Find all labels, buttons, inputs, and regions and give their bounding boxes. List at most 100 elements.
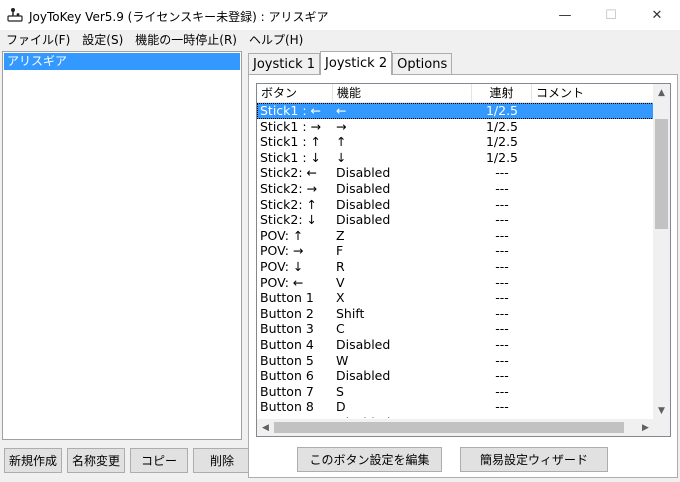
table-row[interactable]: POV: ← V ---: [257, 275, 654, 291]
cell-function: ↑: [336, 134, 347, 150]
cell-comment: [532, 259, 654, 275]
cell-function: Disabled: [336, 336, 391, 352]
table-row[interactable]: Button 7 S ---: [257, 384, 654, 400]
setup-wizard-button[interactable]: 簡易設定ウィザード: [460, 447, 608, 472]
tab-strip: Joystick 1 Joystick 2 Options: [248, 51, 453, 75]
tab-panel: ボタン 機能 連射 コメント Stick1 : ← ← 1/2.5 Stick1 : …: [248, 74, 678, 478]
table-row[interactable]: Stick1 : ← ← 1/2.5: [257, 103, 654, 119]
table-row[interactable]: Stick1 : ↑ ↑ 1/2.5: [257, 134, 654, 150]
minimize-icon: —: [558, 7, 572, 23]
table-row[interactable]: Button 3 C ---: [257, 321, 654, 337]
cell-function: Disabled: [336, 212, 391, 228]
cell-comment: [532, 353, 654, 369]
table-row[interactable]: Button 2 Shift ---: [257, 306, 654, 322]
cell-button: POV: ↓: [260, 258, 304, 274]
scroll-right-icon[interactable]: ▶: [637, 419, 654, 436]
cell-button: Stick1 : ↓: [260, 149, 322, 165]
table-row[interactable]: POV: ↑ Z ---: [257, 228, 654, 244]
cell-comment: [532, 150, 654, 166]
menu-settings[interactable]: 設定(S): [76, 30, 129, 50]
header-comment[interactable]: コメント: [532, 84, 654, 103]
menu-help[interactable]: ヘルプ(H): [243, 30, 309, 50]
table-row[interactable]: Stick1 : → → 1/2.5: [257, 119, 654, 135]
profile-buttons: 新規作成 名称変更 コピー 削除: [4, 448, 251, 474]
table-row[interactable]: Button 9Disabled---: [257, 415, 654, 418]
cell-function: Disabled: [336, 165, 391, 181]
cell-function: ←: [336, 103, 347, 118]
close-button[interactable]: ✕: [634, 0, 680, 30]
cell-button: Button 7: [260, 383, 314, 399]
cell-comment: [532, 197, 654, 213]
tab-options[interactable]: Options: [392, 53, 453, 75]
profile-list[interactable]: アリスギア: [2, 51, 242, 440]
edit-button-config-button[interactable]: このボタン設定を編集: [297, 447, 442, 472]
cell-button: Stick2: →: [260, 180, 318, 196]
header-button[interactable]: ボタン: [257, 84, 333, 103]
cell-rapid-fire: ---: [495, 305, 509, 321]
scroll-down-icon[interactable]: ▼: [653, 402, 670, 419]
cell-function: S: [336, 383, 344, 399]
cell-comment: [532, 181, 654, 197]
menu-pause[interactable]: 機能の一時停止(R): [129, 30, 243, 50]
table-row[interactable]: Button 4 Disabled ---: [257, 337, 654, 353]
table-row[interactable]: Stick1 : ↓ ↓ 1/2.5: [257, 150, 654, 166]
tab-joystick-2[interactable]: Joystick 2: [320, 51, 393, 75]
vertical-scroll-thumb[interactable]: [655, 119, 668, 229]
table-row[interactable]: Button 1 X ---: [257, 290, 654, 306]
table-row[interactable]: Button 5 W ---: [257, 353, 654, 369]
cell-function: →: [336, 118, 347, 134]
cell-function: ↓: [336, 149, 347, 165]
panel-buttons: このボタン設定を編集 簡易設定ウィザード: [297, 447, 608, 472]
cell-button: POV: ←: [260, 274, 304, 290]
cell-rapid-fire: ---: [495, 258, 509, 274]
scroll-left-icon[interactable]: ◀: [257, 419, 274, 436]
cell-rapid-fire: 1/2.5: [485, 103, 519, 118]
cell-rapid-fire: ---: [495, 165, 509, 181]
maximize-button[interactable]: ☐: [588, 0, 634, 30]
cell-rapid-fire: ---: [495, 336, 509, 352]
header-function[interactable]: 機能: [333, 84, 472, 103]
header-rapid-fire[interactable]: 連射: [472, 84, 532, 103]
cell-rapid-fire: ---: [495, 227, 509, 243]
menu-file[interactable]: ファイル(F): [0, 30, 76, 50]
rename-profile-button[interactable]: 名称変更: [67, 448, 125, 473]
cell-button: Button 8: [260, 399, 314, 415]
cell-button: Button 4: [260, 336, 314, 352]
table-row[interactable]: Button 8 D ---: [257, 399, 654, 415]
cell-function: C: [336, 321, 345, 337]
cell-function: V: [336, 274, 345, 290]
cell-rapid-fire: 1/2.5: [485, 134, 519, 150]
copy-profile-button[interactable]: コピー: [130, 448, 188, 473]
horizontal-scrollbar[interactable]: ◀ ▶: [257, 419, 654, 436]
title-bar: JoyToKey Ver5.9 (ライセンスキー未登録) : アリスギア — ☐…: [0, 0, 680, 30]
table-row[interactable]: POV: ↓ R ---: [257, 259, 654, 275]
scroll-corner: [653, 419, 670, 436]
cell-comment: [532, 337, 654, 353]
delete-profile-button[interactable]: 削除: [193, 448, 251, 473]
cell-comment: [532, 119, 654, 135]
new-profile-button[interactable]: 新規作成: [4, 448, 62, 473]
tab-joystick-1[interactable]: Joystick 1: [248, 53, 321, 75]
scroll-up-icon[interactable]: ▲: [653, 84, 670, 101]
vertical-scrollbar[interactable]: ▲ ▼: [653, 84, 670, 419]
table-row[interactable]: Stick2: ↓ Disabled ---: [257, 212, 654, 228]
table-row[interactable]: Stick2: ← Disabled ---: [257, 165, 654, 181]
table-row[interactable]: Button 6 Disabled ---: [257, 368, 654, 384]
table-row[interactable]: POV: → F ---: [257, 243, 654, 259]
horizontal-scroll-thumb[interactable]: [274, 422, 624, 433]
cell-function: W: [336, 352, 349, 368]
cell-comment: [532, 384, 654, 400]
maximize-icon: ☐: [605, 7, 617, 23]
cell-function: Disabled: [336, 196, 391, 212]
table-row[interactable]: Stick2: → Disabled ---: [257, 181, 654, 197]
table-row[interactable]: Stick2: ↑ Disabled ---: [257, 197, 654, 213]
button-assignment-table[interactable]: ボタン 機能 連射 コメント Stick1 : ← ← 1/2.5 Stick1 : …: [256, 83, 671, 437]
cell-function: Shift: [336, 305, 365, 321]
cell-rapid-fire: 1/2.5: [485, 118, 519, 134]
cell-comment: [532, 275, 654, 291]
minimize-button[interactable]: —: [542, 0, 588, 30]
cell-comment: [532, 399, 654, 415]
cell-comment: [532, 103, 654, 119]
profile-item[interactable]: アリスギア: [4, 53, 240, 70]
cell-rapid-fire: ---: [495, 196, 509, 212]
